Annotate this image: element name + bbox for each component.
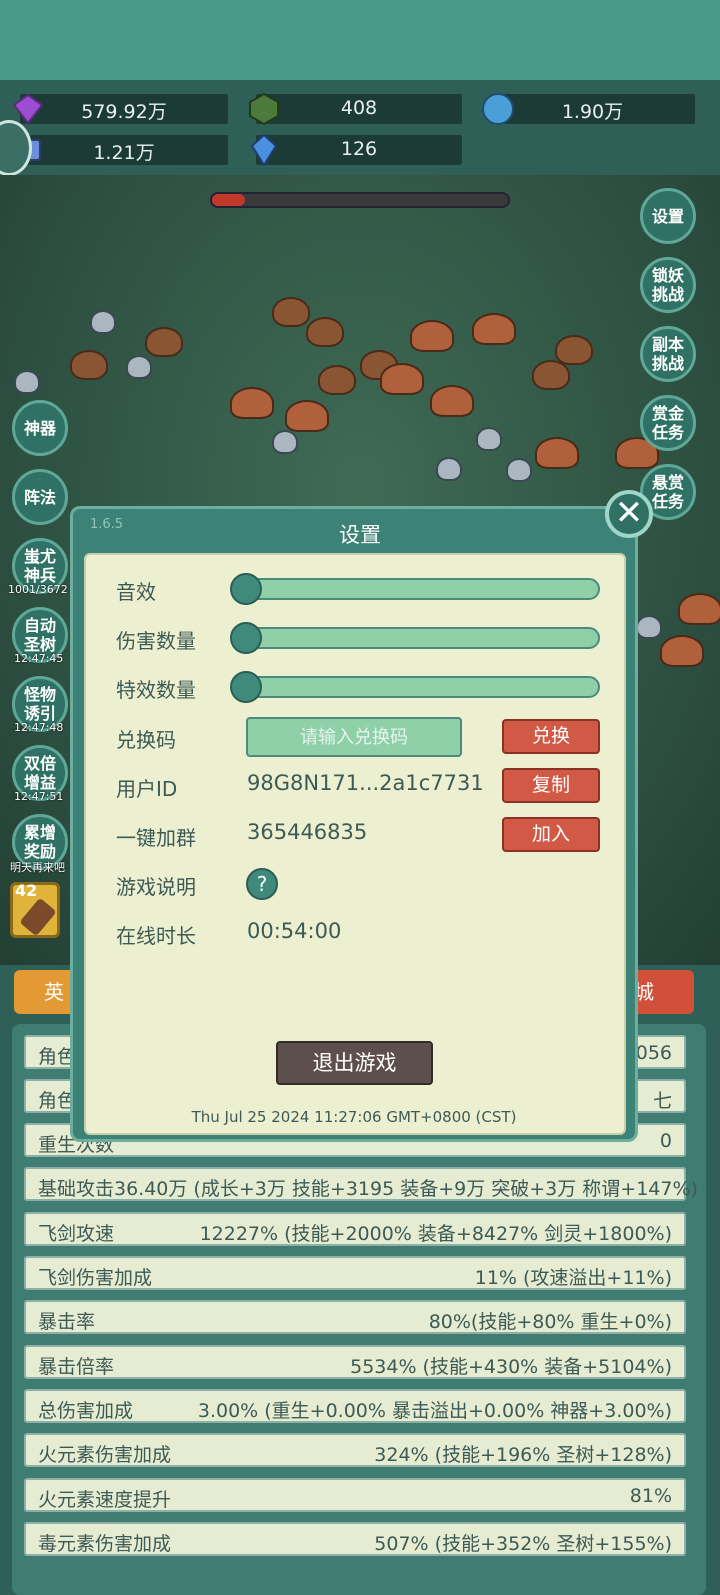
resource-crystal: 126 <box>250 133 462 167</box>
sword-icon <box>19 897 57 937</box>
stat-row: 暴击倍率 5534% (技能+430% 装备+5104%) <box>24 1345 686 1379</box>
damage-count-slider[interactable] <box>230 622 600 654</box>
online-time-value: 00:54:00 <box>247 919 342 943</box>
resource-value: 126 <box>340 138 378 160</box>
damage-count-label: 伤害数量 <box>116 629 196 653</box>
double-buff-timer: 12:47:51 <box>14 790 64 803</box>
enemy <box>272 297 310 327</box>
enemy <box>410 320 454 352</box>
join-group-label: 一键加群 <box>116 826 196 850</box>
top-bar <box>0 0 720 80</box>
user-id-value: 98G8N171...2a1c7731 <box>247 771 484 795</box>
enemy <box>285 400 329 432</box>
exit-game-button[interactable]: 退出游戏 <box>276 1041 433 1085</box>
redeem-label: 兑换码 <box>116 728 176 752</box>
enemy <box>272 430 298 454</box>
enemy <box>380 363 424 395</box>
enemy <box>506 458 532 482</box>
join-button[interactable]: 加入 <box>502 817 600 852</box>
stat-row: 暴击率 80%(技能+80% 重生+0%) <box>24 1300 686 1334</box>
settings-button[interactable]: 设置 <box>640 188 696 244</box>
demon-lock-challenge-button[interactable]: 锁妖挑战 <box>640 257 696 313</box>
slider-knob[interactable] <box>230 671 262 703</box>
stat-row: 火元素速度提升 81% <box>24 1478 686 1512</box>
resource-value: 1.21万 <box>93 142 155 164</box>
resource-gem: 579.92万 <box>12 93 228 125</box>
weapon-level: 42 <box>15 881 38 900</box>
enemy <box>230 387 274 419</box>
enemy <box>436 457 462 481</box>
slider-knob[interactable] <box>230 573 262 605</box>
enemy <box>660 635 704 667</box>
effect-count-slider[interactable] <box>230 671 600 703</box>
enemy <box>535 437 579 469</box>
sound-slider[interactable] <box>230 573 600 605</box>
enemy <box>90 310 116 334</box>
formation-button[interactable]: 阵法 <box>12 469 68 525</box>
user-id-label: 用户ID <box>116 777 178 801</box>
help-icon[interactable]: ? <box>246 868 278 900</box>
enemy <box>145 327 183 357</box>
enemy <box>306 317 344 347</box>
game-guide-label: 游戏说明 <box>116 875 196 899</box>
stat-row: 飞剑攻速 12227% (技能+2000% 装备+8427% 剑灵+1800%) <box>24 1212 686 1246</box>
enemy <box>318 365 356 395</box>
resource-orb: 1.90万 <box>482 93 695 125</box>
stat-row: 基础攻击36.40万 (成长+3万 技能+3195 装备+9万 突破+3万 称谓… <box>24 1167 698 1201</box>
monster-lure-timer: 12:47:48 <box>14 721 64 734</box>
enemy <box>472 313 516 345</box>
enemy <box>678 593 720 625</box>
enemy <box>430 385 474 417</box>
resource-value: 579.92万 <box>81 101 167 123</box>
stat-row: 火元素伤害加成 324% (技能+196% 圣树+128%) <box>24 1433 686 1467</box>
cumulative-reward-status: 明天再来吧 <box>10 861 65 874</box>
resource-value: 408 <box>340 97 378 119</box>
copy-button[interactable]: 复制 <box>502 768 600 803</box>
redeem-code-input[interactable] <box>246 717 462 757</box>
stat-row: 毒元素伤害加成 507% (技能+352% 圣树+155%) <box>24 1522 686 1556</box>
close-icon[interactable]: ✕ <box>605 490 653 538</box>
artifact-button[interactable]: 神器 <box>12 400 68 456</box>
enemy <box>14 370 40 394</box>
resource-scroll: 1.21万 <box>15 135 228 165</box>
boss-health-fill <box>212 194 245 206</box>
chiyou-progress: 1001/3672 <box>8 583 68 596</box>
slider-knob[interactable] <box>230 622 262 654</box>
effect-count-label: 特效数量 <box>116 678 196 702</box>
timestamp: Thu Jul 25 2024 11:27:06 GMT+0800 (CST) <box>191 1108 517 1126</box>
resource-value: 1.90万 <box>561 101 624 123</box>
online-time-label: 在线时长 <box>116 924 196 948</box>
resource-jade: 408 <box>249 92 462 126</box>
boss-health-bar <box>210 192 510 208</box>
stat-row: 总伤害加成 3.00% (重生+0.00% 暴击溢出+0.00% 神器+3.00%… <box>24 1389 686 1423</box>
resource-panel: 579.92万 408 1.90万 1.21万 126 <box>0 80 720 175</box>
enemy <box>532 360 570 390</box>
stat-row: 飞剑伤害加成 11% (攻速溢出+11%) <box>24 1256 686 1290</box>
sound-label: 音效 <box>116 580 156 604</box>
dungeon-challenge-button[interactable]: 副本挑战 <box>640 326 696 382</box>
enemy <box>70 350 108 380</box>
enemy <box>555 335 593 365</box>
flying-sword-slot[interactable]: 42 <box>10 881 60 938</box>
enemy <box>476 427 502 451</box>
auto-tree-timer: 12:47:45 <box>14 652 64 665</box>
redeem-button[interactable]: 兑换 <box>502 719 600 754</box>
enemy <box>636 615 662 639</box>
bounty-task-button[interactable]: 赏金任务 <box>640 395 696 451</box>
enemy <box>126 355 152 379</box>
group-number: 365446835 <box>247 820 368 844</box>
